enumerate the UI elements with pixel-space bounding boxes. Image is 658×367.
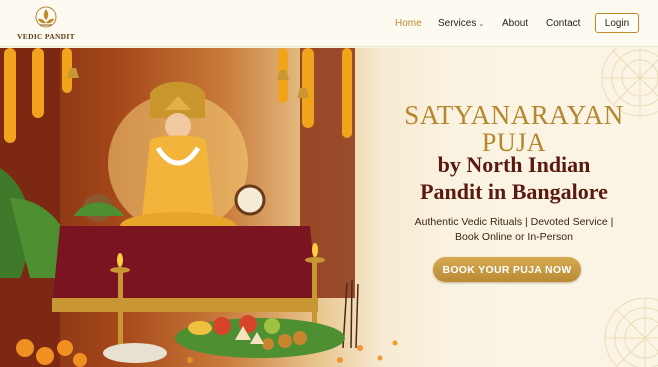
site-header: VEDIC PANDIT Home Services ⌄ About Conta… (0, 0, 658, 47)
puja-altar-illustration (0, 48, 398, 367)
hero-subtitle-line2: Book Online or In-Person (455, 231, 573, 243)
nav-contact-link[interactable]: Contact (546, 0, 580, 47)
nav-services-label: Services (438, 18, 477, 29)
nav-services-link[interactable]: Services ⌄ (438, 0, 484, 47)
hero-subtitle-line1: Authentic Vedic Rituals | Devoted Servic… (414, 216, 614, 228)
nav-about-link[interactable]: About (502, 0, 528, 47)
chevron-down-icon: ⌄ (478, 20, 485, 28)
hero-title-line3: by North Indian (437, 152, 591, 177)
book-puja-button[interactable]: BOOK YOUR PUJA NOW (433, 257, 581, 282)
hero-section: SATYANARAYAN PUJA by North Indian Pandit… (0, 48, 658, 367)
login-button[interactable]: Login (595, 13, 639, 33)
nav-home-link[interactable]: Home (395, 0, 422, 47)
hero-title-line1: SATYANARAYAN (404, 100, 624, 130)
hero-title-line4: Pandit in Bangalore (420, 179, 608, 204)
lotus-deity-logo-icon (35, 6, 57, 28)
hero-copy: SATYANARAYAN PUJA by North Indian Pandit… (370, 48, 658, 367)
brand-name: VEDIC PANDIT (17, 32, 75, 41)
brand-logo[interactable]: VEDIC PANDIT (14, 5, 78, 43)
